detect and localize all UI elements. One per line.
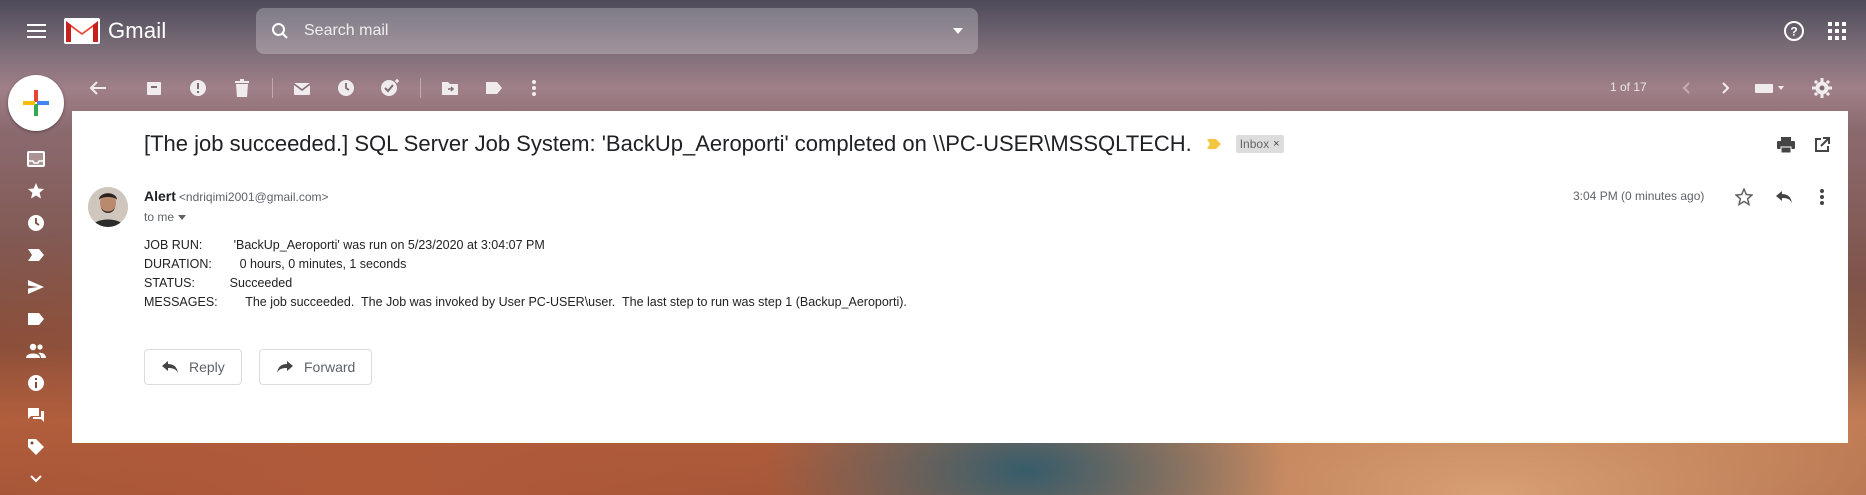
snoozed-nav-icon[interactable]	[20, 210, 52, 236]
inbox-nav-icon[interactable]	[20, 146, 52, 172]
reply-button-label: Reply	[189, 359, 225, 375]
forward-button[interactable]: Forward	[259, 349, 373, 385]
forward-button-label: Forward	[304, 359, 356, 375]
label-nav-icon[interactable]	[20, 306, 52, 332]
open-in-new-window-icon[interactable]	[1810, 133, 1834, 157]
archive-icon[interactable]	[142, 76, 166, 100]
message-toolbar: 1 of 17	[0, 70, 1866, 106]
input-tools-keyboard-icon[interactable]	[1752, 76, 1788, 100]
sender-email: <ndriqimi2001@gmail.com>	[178, 190, 329, 204]
social-contacts-nav-icon[interactable]	[20, 338, 52, 364]
snooze-icon[interactable]	[334, 76, 358, 100]
sender-line: Alert <ndriqimi2001@gmail.com>	[144, 188, 329, 204]
older-chevron-right-icon[interactable]	[1714, 76, 1738, 100]
pagination-count: 1 of 17	[1610, 80, 1647, 94]
starred-nav-icon[interactable]	[20, 178, 52, 204]
report-spam-icon[interactable]	[186, 76, 210, 100]
reply-arrow-icon	[162, 361, 178, 373]
settings-gear-icon[interactable]	[1810, 76, 1834, 100]
body-line-status: STATUS: Succeeded	[144, 276, 293, 290]
more-actions-vertical-icon[interactable]	[1810, 185, 1834, 209]
important-nav-icon[interactable]	[20, 242, 52, 268]
email-timestamp: 3:04 PM (0 minutes ago)	[1573, 189, 1705, 203]
search-input[interactable]	[304, 22, 938, 40]
remove-label-icon[interactable]: ×	[1273, 138, 1279, 150]
sender-avatar[interactable]	[88, 187, 128, 227]
forward-arrow-icon	[277, 361, 293, 373]
svg-text:?: ?	[1790, 25, 1797, 39]
compose-button[interactable]	[8, 75, 64, 131]
delete-icon[interactable]	[230, 76, 254, 100]
recipient-details-toggle[interactable]: to me	[144, 210, 187, 224]
add-to-tasks-icon[interactable]	[378, 76, 402, 100]
toolbar-divider	[272, 78, 273, 98]
updates-info-nav-icon[interactable]	[20, 370, 52, 396]
search-icon[interactable]	[256, 8, 304, 54]
gmail-logo[interactable]: Gmail	[64, 14, 166, 48]
apps-grid-icon[interactable]	[1822, 16, 1852, 46]
top-bar: Gmail ?	[0, 0, 1866, 62]
more-options-vertical-icon[interactable]	[522, 76, 546, 100]
labels-icon[interactable]	[482, 76, 506, 100]
compose-plus-icon	[23, 90, 49, 116]
gmail-logo-icon	[64, 18, 100, 44]
sender-name[interactable]: Alert	[144, 188, 176, 204]
sent-nav-icon[interactable]	[20, 274, 52, 300]
forums-nav-icon[interactable]	[20, 402, 52, 428]
more-chevron-down-icon[interactable]	[20, 466, 52, 492]
body-line-job-run: JOB RUN: 'BackUp_Aeroporti' was run on 5…	[144, 238, 545, 252]
help-icon[interactable]: ?	[1779, 16, 1809, 46]
search-bar[interactable]	[256, 8, 978, 54]
promotions-tag-nav-icon[interactable]	[20, 434, 52, 460]
important-marker-icon[interactable]	[1206, 138, 1222, 150]
print-all-icon[interactable]	[1774, 133, 1798, 157]
toolbar-divider	[420, 78, 421, 98]
reply-button[interactable]: Reply	[144, 349, 242, 385]
inbox-label-text: Inbox	[1239, 137, 1270, 151]
email-body: JOB RUN: 'BackUp_Aeroporti' was run on 5…	[144, 236, 907, 312]
reply-icon[interactable]	[1772, 185, 1796, 209]
subject-row: [The job succeeded.] SQL Server Job Syst…	[144, 131, 1284, 157]
email-view-panel: [The job succeeded.] SQL Server Job Syst…	[72, 111, 1848, 443]
star-icon[interactable]	[1732, 185, 1756, 209]
email-subject: [The job succeeded.] SQL Server Job Syst…	[144, 131, 1192, 156]
body-line-duration: DURATION: 0 hours, 0 minutes, 1 seconds	[144, 257, 407, 271]
newer-chevron-left-icon[interactable]	[1674, 76, 1698, 100]
inbox-label-chip[interactable]: Inbox ×	[1235, 135, 1284, 153]
body-line-messages: MESSAGES: The job succeeded. The Job was…	[144, 295, 907, 309]
recipient-label: to me	[144, 210, 175, 224]
gmail-logo-text: Gmail	[108, 18, 167, 43]
mark-as-unread-icon[interactable]	[290, 76, 314, 100]
back-arrow-icon[interactable]	[86, 76, 110, 100]
recipient-details-caret-icon[interactable]	[178, 214, 187, 220]
main-menu-button[interactable]	[16, 14, 56, 48]
search-options-dropdown-icon[interactable]	[938, 8, 978, 54]
move-to-icon[interactable]	[438, 76, 462, 100]
